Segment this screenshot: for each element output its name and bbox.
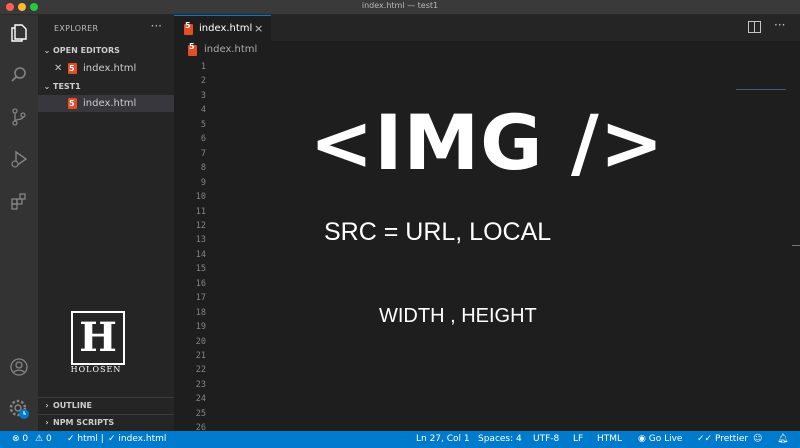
line-number: 11 [195, 206, 206, 217]
window-title: index.html — test1 [361, 1, 439, 10]
more-actions-icon[interactable]: ··· [774, 18, 785, 32]
extensions-icon[interactable] [7, 189, 31, 213]
search-icon[interactable] [7, 63, 31, 87]
run-debug-icon[interactable] [7, 147, 31, 171]
html5-file-icon [188, 42, 197, 56]
go-live-button[interactable]: ◉ Go Live [638, 434, 682, 444]
line-number: 10 [195, 192, 206, 203]
status-bar: ⊗ 0 ⚠ 0 ✓ html | ✓ index.html Ln 27, Col… [0, 431, 800, 448]
line-number: 18 [195, 307, 206, 318]
minimap-indicator [736, 89, 786, 90]
overlay-src-line: SRC = URL, LOCAL [324, 218, 552, 246]
explorer-header: EXPLORER [54, 24, 99, 33]
tab-index-html[interactable]: index.html × [174, 15, 271, 42]
editor-tab-bar: index.html × ··· [174, 15, 800, 42]
line-number: 1 [200, 62, 206, 72]
split-editor-icon[interactable] [748, 21, 761, 33]
overlay-size-line: WIDTH , HEIGHT [379, 305, 537, 327]
tab-close-icon[interactable]: × [254, 22, 263, 35]
cursor-position[interactable]: Ln 27, Col 1 [416, 434, 470, 444]
title-bar: index.html — test1 [0, 0, 800, 15]
html5-file-icon [184, 21, 193, 35]
notifications-bell-icon[interactable]: 🔔︎ [777, 434, 788, 444]
line-number: 17 [195, 293, 206, 304]
line-number: 25 [195, 408, 206, 419]
source-control-icon[interactable] [7, 105, 31, 129]
close-icon[interactable]: ✕ [54, 60, 62, 77]
line-number: 21 [195, 351, 206, 361]
line-number: 15 [195, 264, 206, 275]
chevron-down-icon: ⌄ [43, 82, 51, 91]
outline-section[interactable]: › OUTLINE [38, 397, 174, 414]
html-check-item[interactable]: ✓ html | [67, 434, 104, 444]
line-number: 13 [195, 235, 206, 246]
file-tree-item[interactable]: index.html [38, 95, 174, 112]
explorer-more-actions-button[interactable]: ··· [151, 19, 162, 33]
end-of-line[interactable]: LF [573, 434, 583, 444]
line-number: 2 [200, 76, 206, 87]
encoding[interactable]: UTF-8 [533, 434, 559, 444]
file-check-item[interactable]: ✓ index.html [108, 434, 166, 444]
html5-file-icon [68, 60, 77, 77]
line-number: 24 [195, 394, 206, 405]
line-number: 22 [195, 365, 206, 376]
double-check-icon: ✓✓ [697, 434, 713, 444]
activity-bar [0, 15, 38, 431]
workspace-section-test1[interactable]: ⌄ TEST1 [38, 79, 174, 95]
chevron-down-icon: ⌄ [43, 46, 51, 55]
open-editors-section[interactable]: ⌄ OPEN EDITORS [38, 43, 174, 59]
breadcrumb: index.html [174, 42, 800, 58]
problems-indicator[interactable]: ⊗ 0 ⚠ 0 [12, 434, 52, 444]
breadcrumb-file[interactable]: index.html [204, 44, 257, 55]
line-number: 12 [195, 220, 206, 231]
broadcast-icon: ◉ [638, 434, 646, 444]
open-editor-item[interactable]: ✕ index.html [38, 60, 174, 77]
settings-gear-icon[interactable] [7, 397, 31, 421]
overlay-title: <IMG /> [309, 98, 665, 187]
prettier-item[interactable]: ✓✓ Prettier [697, 434, 748, 444]
account-icon[interactable] [7, 355, 31, 379]
explorer-icon[interactable] [7, 21, 31, 45]
check-icon: ✓ [108, 434, 116, 444]
html5-file-icon [68, 95, 77, 112]
scrollbar-marker [792, 245, 800, 246]
line-number: 20 [195, 336, 206, 347]
check-icon: ✓ [67, 434, 75, 444]
indentation[interactable]: Spaces: 4 [478, 434, 522, 444]
code-editor[interactable]: 1 2 3 4 5 6 7 8 9 10 11 12 13 14 15 16 17 18 19 20 21 22 23 24 2… [174, 58, 800, 433]
warning-icon: ⚠ [35, 434, 44, 444]
line-number: 19 [195, 322, 206, 333]
line-number: 14 [195, 249, 206, 260]
language-mode[interactable]: HTML [597, 434, 622, 444]
explorer-sidebar: EXPLORER ··· ⌄OPEN EDITORS ✕ index.html … [38, 15, 174, 431]
line-number: 23 [195, 379, 206, 390]
feedback-icon[interactable]: ☺ [753, 434, 762, 444]
holosen-logo-text: HOLOSEN [70, 365, 122, 374]
chevron-right-icon: › [45, 418, 49, 427]
chevron-right-icon: › [45, 401, 49, 410]
npm-scripts-section[interactable]: › NPM SCRIPTS [38, 414, 174, 431]
line-number: 16 [195, 278, 206, 289]
error-icon: ⊗ [12, 434, 20, 444]
holosen-logo: H [71, 311, 125, 365]
